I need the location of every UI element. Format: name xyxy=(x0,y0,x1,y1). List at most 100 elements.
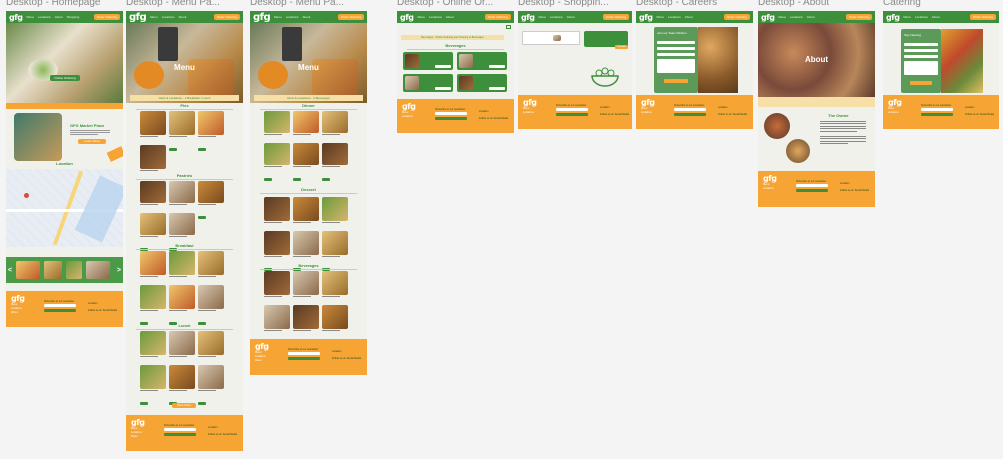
order-card[interactable] xyxy=(403,74,453,92)
logo[interactable]: gfg xyxy=(9,13,23,22)
nav-link-locations[interactable]: Locations xyxy=(790,15,803,19)
frame-label-menu-1[interactable]: Desktop - Menu Pa... xyxy=(126,0,244,8)
menu-item[interactable] xyxy=(169,251,195,291)
frame-careers[interactable]: gfg Menu Locations About Order Ordering … xyxy=(636,11,753,129)
menu-item[interactable] xyxy=(198,365,224,405)
menu-item[interactable] xyxy=(264,197,290,237)
footer-subscribe-button[interactable] xyxy=(44,309,76,312)
frame-menu-1[interactable]: gfg Menu Locations About Order Ordering … xyxy=(126,11,243,451)
logo[interactable]: gfg xyxy=(253,12,271,23)
carousel-next-button[interactable]: > xyxy=(117,267,121,274)
footer-email-input[interactable] xyxy=(796,184,828,187)
frame-label-menu-2[interactable]: Desktop - Menu Pa... xyxy=(250,0,368,8)
hero-order-button[interactable]: Online Ordering xyxy=(50,75,80,81)
menu-item[interactable] xyxy=(169,285,195,325)
menu-item[interactable] xyxy=(198,251,224,291)
frame-label-homepage[interactable]: Desktop - Homepage xyxy=(6,0,122,8)
catering-input[interactable] xyxy=(904,43,938,46)
frame-label-careers[interactable]: Desktop - Careers xyxy=(636,0,754,8)
nav-link-about[interactable]: About xyxy=(685,15,693,19)
market-button[interactable]: Learn More xyxy=(78,139,106,144)
catering-input[interactable] xyxy=(904,49,938,52)
checkout-button[interactable]: Checkout xyxy=(615,45,628,49)
nav-link-about[interactable]: About xyxy=(932,15,940,19)
menu-item[interactable] xyxy=(198,111,224,151)
nav-link-menu[interactable]: Menu xyxy=(150,15,158,19)
frame-shopping[interactable]: gfg Menu Locations About Order Ordering … xyxy=(518,11,632,129)
careers-textarea[interactable] xyxy=(657,59,695,73)
cart-item-card[interactable] xyxy=(522,31,580,45)
nav-link-menu[interactable]: Menu xyxy=(26,15,34,19)
menu-item[interactable] xyxy=(264,111,290,149)
footer-email-input[interactable] xyxy=(921,108,953,111)
footer-email-input[interactable] xyxy=(288,352,320,355)
menu-item[interactable] xyxy=(140,365,166,405)
order-button[interactable]: Order Ordering xyxy=(337,14,364,20)
nav-link-menu[interactable]: Menu xyxy=(538,15,546,19)
menu-item[interactable] xyxy=(140,111,166,151)
menu-item[interactable] xyxy=(140,251,166,291)
careers-submit-button[interactable] xyxy=(664,79,688,83)
quantity-stepper[interactable] xyxy=(489,65,505,68)
logo[interactable]: gfg xyxy=(761,13,775,22)
nav-link-menu[interactable]: Menu xyxy=(274,15,282,19)
nav-link-about[interactable]: About xyxy=(55,15,63,19)
menu-item[interactable] xyxy=(322,143,348,181)
order-button[interactable]: Order Ordering xyxy=(213,14,240,20)
quantity-stepper[interactable] xyxy=(435,65,451,68)
logo[interactable]: gfg xyxy=(400,13,414,22)
menu-item[interactable] xyxy=(293,231,319,271)
menu-item[interactable] xyxy=(293,143,319,181)
menu-item[interactable] xyxy=(140,145,166,185)
menu-item[interactable] xyxy=(293,111,319,149)
nav-link-menu[interactable]: Menu xyxy=(417,15,425,19)
menu-item[interactable] xyxy=(198,181,224,219)
footer-email-input[interactable] xyxy=(164,428,196,431)
nav-link-locations[interactable]: Locations xyxy=(38,15,51,19)
nav-link-about[interactable]: About xyxy=(567,15,575,19)
frame-label-about[interactable]: Desktop - About xyxy=(758,0,876,8)
footer-email-input[interactable] xyxy=(44,304,76,307)
menu-item[interactable] xyxy=(264,271,290,311)
catering-input[interactable] xyxy=(904,55,938,58)
menu-item[interactable] xyxy=(264,143,290,181)
frame-homepage[interactable]: gfg Menu Locations About Shopping Order … xyxy=(6,11,123,327)
order-button[interactable]: Order Ordering xyxy=(723,14,750,20)
careers-input[interactable] xyxy=(657,47,695,50)
footer-subscribe-button[interactable] xyxy=(556,113,588,116)
quantity-stepper[interactable] xyxy=(489,87,505,90)
nav-link-locations[interactable]: Locations xyxy=(668,15,681,19)
catering-textarea[interactable] xyxy=(904,61,938,75)
menu-item[interactable] xyxy=(293,271,319,311)
nav-link-menu[interactable]: Menu xyxy=(903,15,911,19)
menu-item[interactable] xyxy=(322,271,348,311)
menu-item[interactable] xyxy=(140,181,166,219)
careers-input[interactable] xyxy=(657,41,695,44)
nav-link-about[interactable]: About xyxy=(303,15,311,19)
logo[interactable]: gfg xyxy=(521,13,535,22)
location-map[interactable] xyxy=(6,169,123,247)
footer-email-input[interactable] xyxy=(674,108,706,111)
footer-email-input[interactable] xyxy=(556,108,588,111)
menu-item[interactable] xyxy=(322,111,348,149)
order-card[interactable] xyxy=(457,52,507,70)
nav-link-locations[interactable]: Locations xyxy=(915,15,928,19)
view-more-button[interactable]: View More xyxy=(172,403,196,408)
nav-link-about[interactable]: About xyxy=(807,15,815,19)
nav-link-locations[interactable]: Locations xyxy=(162,15,175,19)
catering-submit-button[interactable] xyxy=(910,81,932,85)
quantity-stepper[interactable] xyxy=(435,87,451,90)
menu-item[interactable] xyxy=(169,111,195,151)
footer-email-input[interactable] xyxy=(435,112,467,115)
footer-subscribe-button[interactable] xyxy=(921,113,953,116)
footer-subscribe-button[interactable] xyxy=(674,113,706,116)
nav-link-shopping[interactable]: Shopping xyxy=(67,15,80,19)
menu-item[interactable] xyxy=(264,231,290,271)
menu-item[interactable] xyxy=(169,365,195,405)
frame-about[interactable]: gfg Menu Locations About Order Ordering … xyxy=(758,11,875,207)
footer-subscribe-button[interactable] xyxy=(435,117,467,120)
careers-input[interactable] xyxy=(657,53,695,56)
menu-item[interactable] xyxy=(140,213,166,251)
footer-subscribe-button[interactable] xyxy=(164,433,196,436)
footer-subscribe-button[interactable] xyxy=(796,189,828,192)
